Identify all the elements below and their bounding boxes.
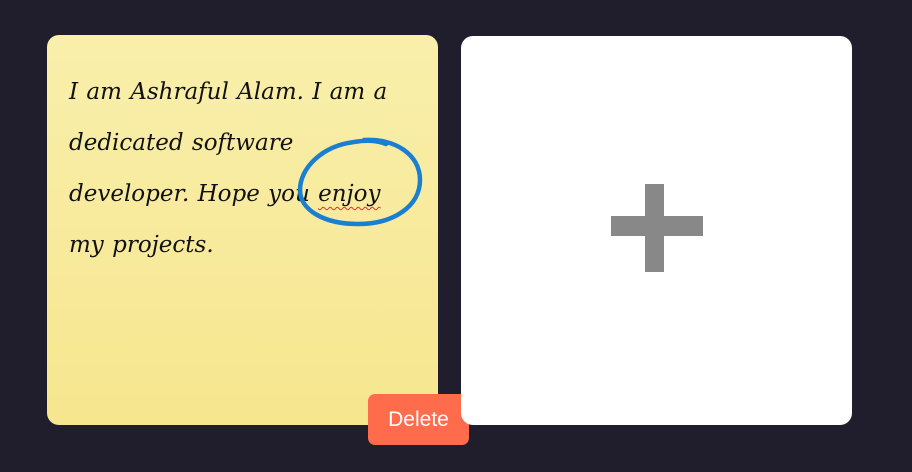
note-text[interactable]: I am Ashraful Alam. I am a dedicated sof… xyxy=(69,67,419,271)
note-text-after: my projects. xyxy=(69,232,214,258)
add-note-card[interactable] xyxy=(461,36,852,425)
delete-button[interactable]: Delete xyxy=(368,394,469,445)
sticky-note[interactable]: I am Ashraful Alam. I am a dedicated sof… xyxy=(47,35,469,445)
plus-icon xyxy=(611,183,703,273)
misspelled-word: enjoy xyxy=(318,181,381,207)
plus-icon-horizontal-bar xyxy=(611,216,703,236)
